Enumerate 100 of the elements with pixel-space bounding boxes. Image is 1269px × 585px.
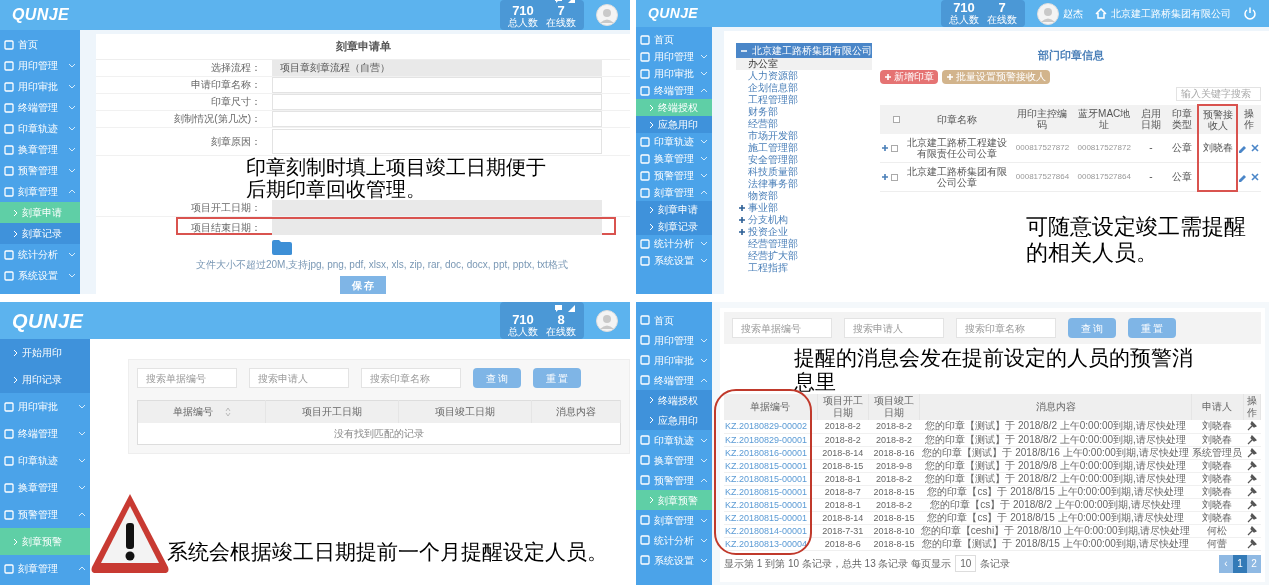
search-field[interactable]: 搜索印章名称 (361, 368, 461, 388)
tree-node[interactable]: 经营管理部 (736, 238, 872, 250)
text-field[interactable] (272, 110, 602, 127)
wrench-icon[interactable] (1246, 538, 1257, 549)
power-icon[interactable] (1243, 6, 1257, 21)
tree-node[interactable]: 人力资源部 (736, 70, 872, 82)
page-size-select[interactable]: 10 (955, 555, 977, 572)
link[interactable]: KZ.20180815-00001 (725, 473, 808, 484)
sidebar-item[interactable]: 终端管理 (636, 370, 712, 390)
tree-node[interactable]: 安全管理部 (736, 154, 872, 166)
sidebar-item[interactable]: 用印管理 (636, 330, 712, 350)
wrench-icon[interactable] (1246, 434, 1257, 445)
search-field[interactable]: 搜索申请人 (249, 368, 349, 388)
tree-node[interactable]: 分支机构 (736, 214, 872, 226)
sidebar-item[interactable]: 用印审批 (0, 76, 80, 97)
column-header[interactable]: 单据编号 (172, 404, 213, 420)
sidebar-item[interactable]: 刻章管理 (636, 510, 712, 530)
sidebar-item[interactable]: 用印记录 (0, 366, 90, 393)
link[interactable]: KZ.20180815-00001 (725, 460, 808, 471)
checkbox[interactable] (891, 173, 898, 181)
column-header[interactable]: 消息内容 (555, 404, 596, 420)
link[interactable]: KZ.20180815-00001 (725, 499, 808, 510)
checkbox[interactable] (891, 144, 898, 152)
sidebar-item[interactable]: 印章轨迹 (0, 447, 90, 474)
sidebar-item[interactable]: 预警管理 (636, 470, 712, 490)
sidebar-item[interactable]: 系统设置 (0, 265, 80, 286)
link[interactable]: KZ.20180829-00002 (725, 421, 808, 432)
sidebar-item[interactable]: 用印审批 (636, 350, 712, 370)
column-header[interactable]: 项目开工日期 (302, 404, 363, 420)
sidebar-item[interactable]: 刻章管理 (636, 184, 712, 201)
sidebar-item[interactable]: 首页 (636, 31, 712, 48)
tree-node[interactable]: 法律事务部 (736, 178, 872, 190)
sidebar-item[interactable]: 用印审批 (636, 65, 712, 82)
wrench-icon[interactable] (1246, 512, 1257, 523)
checkbox[interactable] (892, 116, 900, 124)
sidebar-item[interactable]: 统计分析 (0, 244, 80, 265)
sidebar-item[interactable]: 刻章申请 (636, 201, 712, 218)
sidebar-item[interactable]: 刻章申请 (0, 202, 80, 223)
tree-node[interactable]: 事业部 (736, 202, 872, 214)
tree-node[interactable]: 经营扩大部 (736, 250, 872, 262)
sidebar-item[interactable]: 刻章记录 (636, 218, 712, 235)
tree-node[interactable]: 财务部 (736, 106, 872, 118)
sidebar-item[interactable]: 用印管理 (0, 55, 80, 76)
tree-node[interactable]: 施工管理部 (736, 142, 872, 154)
sidebar-item[interactable]: 预警管理 (0, 160, 80, 181)
plus-icon[interactable] (738, 228, 746, 236)
wrench-icon[interactable] (1246, 460, 1257, 471)
user-name[interactable]: 赵杰 (1063, 6, 1083, 21)
tree-node[interactable]: 工程指挥 (736, 262, 872, 274)
sidebar-item[interactable]: 预警管理 (0, 501, 90, 528)
sidebar-item[interactable]: 换章管理 (0, 139, 80, 160)
plus-icon[interactable] (881, 172, 889, 181)
sidebar-item[interactable]: 刻章管理 (0, 181, 80, 202)
close-icon[interactable] (1250, 172, 1261, 183)
sidebar-item[interactable]: 刻章管理 (0, 555, 90, 582)
sidebar-item[interactable]: 首页 (636, 310, 712, 330)
sidebar-item[interactable]: 统计分析 (636, 530, 712, 550)
sidebar-item[interactable]: 统计分析 (636, 235, 712, 252)
sidebar-item[interactable]: 用印管理 (636, 48, 712, 65)
search-button[interactable]: 查 询 (1068, 318, 1116, 338)
sidebar-item[interactable]: 开始用印 (0, 339, 90, 366)
wrench-icon[interactable] (1246, 421, 1257, 432)
wrench-icon[interactable] (1246, 473, 1257, 484)
column-header[interactable]: 项目竣工日期 (434, 404, 495, 420)
action-button[interactable]: 新增印章 (880, 69, 938, 84)
save-button[interactable]: 保 存 (339, 276, 387, 294)
page-button[interactable]: 2 (1247, 554, 1261, 573)
sidebar-item[interactable]: 印章轨迹 (636, 133, 712, 150)
sidebar-item[interactable]: 刻章预警 (0, 528, 90, 555)
plus-icon[interactable] (881, 143, 889, 152)
sidebar-item[interactable]: 印章轨迹 (636, 430, 712, 450)
search-button[interactable]: 查 询 (473, 368, 521, 388)
action-button[interactable]: 批量设置预警接收人 (942, 69, 1050, 84)
search-field[interactable]: 搜索单据编号 (137, 368, 237, 388)
text-field[interactable] (272, 93, 602, 110)
link[interactable]: KZ.20180829-00001 (725, 434, 808, 445)
wrench-icon[interactable] (1246, 447, 1257, 458)
sidebar-item[interactable]: 系统设置 (636, 252, 712, 269)
folder-icon[interactable] (272, 239, 292, 255)
wrench-icon[interactable] (1246, 486, 1257, 497)
search-field[interactable]: 搜索申请人 (844, 318, 944, 338)
sidebar-item[interactable]: 预警管理 (636, 167, 712, 184)
close-icon[interactable] (1250, 143, 1261, 154)
sidebar-item[interactable]: 换章管理 (636, 150, 712, 167)
sidebar-item[interactable]: 应急用印 (636, 116, 712, 133)
sidebar-item[interactable]: 刻章记录 (0, 223, 80, 244)
sidebar-item[interactable]: 终端授权 (636, 390, 712, 410)
search-field[interactable]: 搜索单据编号 (732, 318, 832, 338)
search-button[interactable]: 重 置 (1128, 318, 1176, 338)
tree-node[interactable]: 企划信息部 (736, 82, 872, 94)
plus-icon[interactable] (738, 204, 746, 212)
readonly-field[interactable] (272, 219, 602, 235)
wrench-icon[interactable] (1246, 525, 1257, 536)
tree-node[interactable]: 工程管理部 (736, 94, 872, 106)
sidebar-item[interactable]: 印章轨迹 (0, 118, 80, 139)
sidebar-item[interactable]: 终端管理 (0, 420, 90, 447)
plus-icon[interactable] (738, 216, 746, 224)
search-field[interactable]: 搜索印章名称 (956, 318, 1056, 338)
page-button[interactable]: 1 (1233, 554, 1247, 573)
tree-root[interactable]: 北京建工路桥集团有限公司 (736, 43, 872, 58)
